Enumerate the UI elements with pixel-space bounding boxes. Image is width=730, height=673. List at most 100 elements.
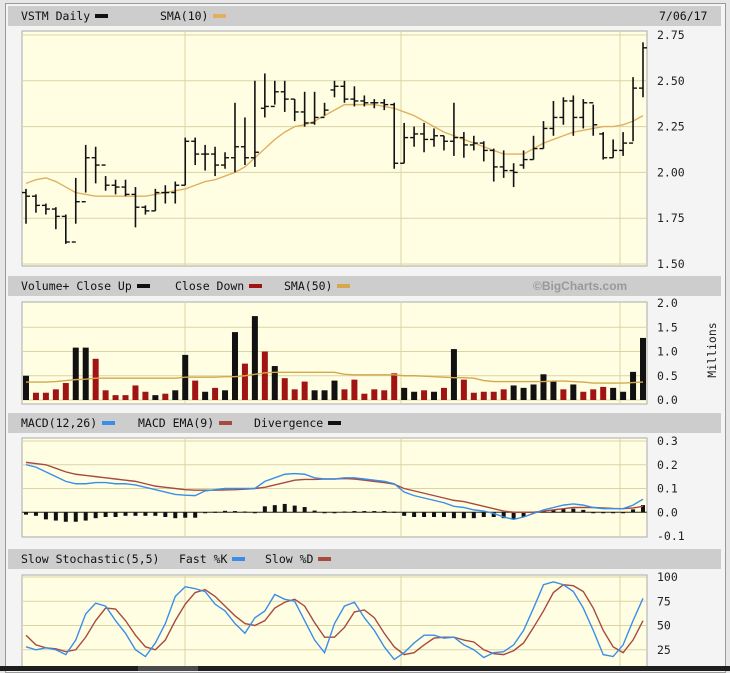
divergence-bar [33, 512, 38, 516]
divergence-bar [302, 507, 307, 513]
divergence-bar [631, 509, 636, 513]
volume-bar [331, 380, 338, 400]
volume-bar [112, 395, 119, 400]
volume-bar [620, 391, 627, 400]
y-tick-label: 0.2 [657, 458, 678, 472]
divergence-bar [292, 505, 297, 513]
volume-panel: 2.0 1.5 1.0 0.5 0.0 [21, 296, 678, 407]
volume-bar [500, 389, 507, 400]
divergence-bar [342, 511, 347, 513]
y-tick-label: 2.00 [657, 165, 685, 179]
volume-unit-label: Millions [705, 322, 719, 377]
volume-bar [490, 391, 497, 400]
divergence-bar [53, 512, 58, 521]
divergence-bar [481, 512, 486, 517]
divergence-bar [461, 512, 466, 519]
divergence-bar [332, 512, 337, 514]
volume-bar [411, 391, 418, 400]
divergence-bar [441, 512, 446, 517]
volume-bar [32, 392, 39, 400]
volume-bar [470, 392, 477, 400]
volume-bar [341, 389, 348, 400]
y-tick-label: 1.75 [657, 211, 685, 225]
volume-bar [251, 316, 258, 400]
volume-bar [460, 379, 467, 400]
volume-bar [570, 384, 577, 400]
volume-bar [82, 347, 89, 400]
divergence-bar [362, 511, 367, 513]
volume-bar [162, 393, 169, 400]
volume-bar [52, 389, 59, 400]
divergence-bar [193, 512, 198, 518]
divergence-bar [571, 508, 576, 513]
volume-bar [391, 373, 398, 400]
y-tick-label: 50 [657, 619, 671, 633]
volume-bar [311, 390, 318, 400]
volume-bar [122, 395, 129, 400]
y-tick-label: 25 [657, 643, 671, 657]
stock-chart: 2.75 2.50 2.25 2.00 1.75 1.50 2.0 1.5 1.0 0.5 0.0 M… [21, 28, 719, 671]
y-tick-label: 1.50 [657, 257, 685, 271]
volume-bar [600, 386, 607, 400]
divergence-bar [352, 511, 357, 513]
volume-bar [152, 395, 159, 400]
divergence-bar [392, 511, 397, 513]
volume-bar [440, 387, 447, 400]
volume-bar [520, 387, 527, 400]
divergence-bar [591, 512, 596, 514]
volume-bar [371, 389, 378, 400]
volume-bar [321, 390, 328, 400]
divergence-bar [242, 511, 247, 513]
volume-bar [172, 390, 179, 400]
price-panel: 2.75 2.50 2.25 2.00 1.75 1.50 [21, 28, 685, 271]
volume-bar [241, 363, 248, 400]
y-tick-label: -0.1 [657, 529, 685, 543]
divergence-bar [601, 512, 606, 514]
divergence-bar [621, 512, 626, 514]
divergence-bar [123, 512, 128, 516]
divergence-bar [312, 510, 317, 513]
y-tick-label: 0.0 [657, 393, 678, 407]
volume-bar [550, 380, 557, 400]
volume-bar [590, 389, 597, 400]
volume-bar [640, 337, 646, 400]
volume-bar [261, 351, 268, 400]
divergence-bar [133, 512, 138, 516]
volume-bar [530, 384, 537, 400]
volume-bar [271, 366, 278, 400]
price-panel-plot-area [21, 30, 648, 267]
divergence-bar [173, 512, 178, 519]
volume-bar [281, 378, 288, 400]
y-tick-label: 75 [657, 594, 671, 608]
divergence-bar [412, 512, 417, 517]
divergence-bar [471, 512, 476, 519]
divergence-bar [451, 512, 456, 519]
volume-bar [560, 389, 567, 400]
divergence-bar [372, 511, 377, 513]
divergence-bar [43, 512, 48, 520]
divergence-bar [322, 512, 327, 514]
volume-bar [192, 380, 199, 400]
volume-bar [132, 385, 139, 400]
volume-bar [23, 375, 29, 400]
volume-bar [222, 390, 229, 400]
y-tick-label: 2.25 [657, 120, 685, 134]
y-tick-label: 0.0 [657, 505, 678, 519]
volume-bar [351, 379, 358, 400]
divergence-bar [143, 512, 148, 516]
divergence-bar [581, 509, 586, 513]
volume-bar [301, 381, 308, 400]
volume-bar [421, 390, 428, 400]
divergence-bar [402, 512, 407, 516]
scrollbar-thumb[interactable] [138, 666, 198, 671]
y-tick-label: 100 [657, 570, 678, 584]
divergence-bar [272, 505, 277, 513]
volume-bar [92, 358, 99, 400]
divergence-bar [422, 512, 427, 517]
divergence-bar [511, 512, 516, 520]
volume-bar [42, 392, 49, 400]
divergence-bar [153, 512, 158, 516]
bottom-scrollbar[interactable] [0, 666, 730, 671]
volume-bar [381, 390, 388, 400]
y-tick-label: 1.0 [657, 345, 678, 359]
